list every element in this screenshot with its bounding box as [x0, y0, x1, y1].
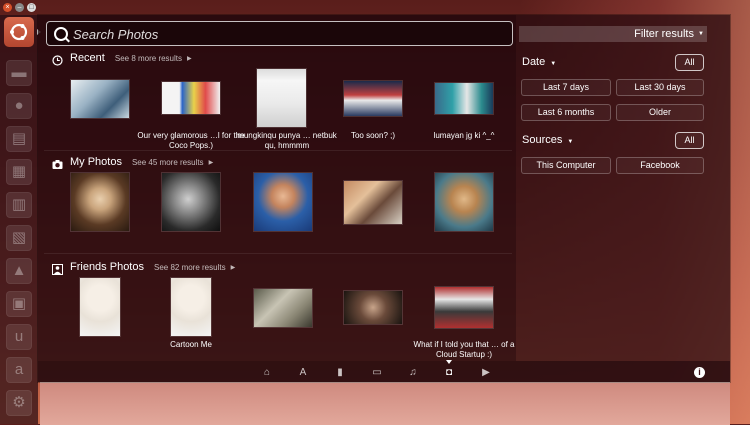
category-friends-photos: Friends Photos See 82 more results ▶ — [52, 260, 236, 275]
files-lens-icon[interactable]: ▮ — [334, 367, 346, 378]
photo-thumbnail[interactable] — [344, 81, 402, 116]
filter-results-toggle[interactable]: Filter results ▼ — [519, 26, 707, 42]
sources-label-text: Sources — [522, 134, 563, 146]
lens-bar — [38, 361, 730, 382]
social-lens-icon[interactable]: ▭ — [371, 367, 383, 378]
maximize-icon[interactable]: □ — [27, 3, 36, 12]
photo-caption: lumayan jg ki ^_^ — [433, 131, 495, 140]
photo-thumbnail[interactable] — [435, 83, 493, 114]
text-editor-icon[interactable]: ▦ — [6, 159, 32, 185]
see-more-link[interactable]: See 82 more results — [154, 263, 226, 272]
friends-icon — [52, 262, 63, 275]
active-lens-indicator-icon — [446, 360, 452, 364]
expand-arrow-icon[interactable]: ▶ — [187, 55, 192, 62]
firefox-icon[interactable]: ● — [6, 93, 32, 119]
home-folder-icon[interactable]: ▬ — [6, 60, 32, 86]
source-facebook-button[interactable]: Facebook — [616, 157, 704, 174]
see-more-link[interactable]: See 8 more results — [115, 54, 182, 63]
search-box[interactable] — [46, 21, 513, 46]
expand-arrow-icon[interactable]: ▶ — [209, 159, 214, 166]
photos-lens-icon[interactable]: ◘ — [443, 367, 455, 378]
ubuntu-logo-icon — [10, 23, 28, 41]
presentation-icon[interactable]: ▲ — [6, 258, 32, 284]
amazon-icon[interactable]: a — [6, 357, 32, 383]
see-more-link[interactable]: See 45 more results — [132, 158, 204, 167]
divider — [44, 150, 512, 151]
music-lens-icon[interactable]: ♫ — [407, 367, 419, 378]
divider — [44, 253, 512, 254]
photo-thumbnail[interactable] — [435, 173, 493, 231]
date-last-30-days-button[interactable]: Last 30 days — [616, 79, 704, 96]
photo-thumbnail[interactable] — [162, 82, 220, 114]
category-title: Friends Photos — [70, 261, 144, 273]
photo-thumbnail[interactable] — [435, 287, 493, 328]
sources-filter-label[interactable]: Sources ▼ — [522, 134, 573, 146]
date-last-7-days-button[interactable]: Last 7 days — [521, 79, 611, 96]
photo-caption: Our very glamorous …l for the Coco Pops.… — [137, 131, 245, 150]
minimize-icon[interactable]: – — [15, 3, 24, 12]
settings-icon[interactable]: ⚙ — [6, 390, 32, 416]
photo-thumbnail[interactable] — [80, 278, 120, 336]
date-all-button[interactable]: All — [675, 54, 704, 71]
launcher: ▬ ● ▤ ▦ ▥ ▧ ▲ ▣ u a ⚙ — [0, 15, 38, 424]
background-window — [40, 382, 730, 425]
close-icon[interactable]: × — [3, 3, 12, 12]
photo-thumbnail[interactable] — [162, 173, 220, 231]
category-recent: Recent See 8 more results ▶ — [52, 51, 192, 66]
photo-thumbnail[interactable] — [71, 173, 129, 231]
search-icon — [54, 27, 68, 41]
chevron-down-icon: ▼ — [550, 61, 557, 67]
ubuntu-logo-button[interactable] — [4, 17, 34, 47]
photo-thumbnail[interactable] — [344, 291, 402, 324]
date-last-6-months-button[interactable]: Last 6 months — [521, 104, 611, 121]
clock-icon — [52, 53, 63, 66]
files-icon[interactable]: ▤ — [6, 126, 32, 152]
document-icon[interactable]: ▥ — [6, 192, 32, 218]
photo-thumbnail[interactable] — [171, 278, 211, 336]
info-icon[interactable]: i — [694, 367, 705, 378]
date-label-text: Date — [522, 56, 546, 68]
filter-results-label: Filter results — [634, 28, 694, 40]
spreadsheet-icon[interactable]: ▧ — [6, 225, 32, 251]
photo-caption: What if I told you that … of a Cloud Sta… — [413, 340, 515, 359]
home-lens-icon[interactable]: ⌂ — [261, 367, 273, 378]
chevron-down-icon: ▼ — [698, 31, 704, 37]
chevron-down-icon: ▼ — [567, 139, 574, 145]
category-my-photos: My Photos See 45 more results ▶ — [52, 155, 213, 169]
category-title: My Photos — [70, 156, 122, 168]
photo-thumbnail[interactable] — [257, 69, 306, 127]
photo-thumbnail[interactable] — [254, 173, 312, 231]
camera-icon — [52, 157, 63, 169]
applications-lens-icon[interactable]: A — [297, 367, 309, 378]
category-title: Recent — [70, 52, 105, 64]
photo-thumbnail[interactable] — [254, 289, 312, 327]
source-this-computer-button[interactable]: This Computer — [521, 157, 611, 174]
photo-caption: Cartoon Me — [170, 340, 212, 349]
expand-arrow-icon[interactable]: ▶ — [231, 264, 236, 271]
video-lens-icon[interactable]: ▶ — [480, 367, 492, 378]
sources-all-button[interactable]: All — [675, 132, 704, 149]
search-input[interactable] — [71, 24, 495, 45]
date-older-button[interactable]: Older — [616, 104, 704, 121]
photo-thumbnail[interactable] — [344, 181, 402, 224]
date-filter-label[interactable]: Date ▼ — [522, 56, 556, 68]
photo-thumbnail[interactable] — [71, 80, 129, 118]
software-center-icon[interactable]: ▣ — [6, 291, 32, 317]
ubuntu-one-icon[interactable]: u — [6, 324, 32, 350]
